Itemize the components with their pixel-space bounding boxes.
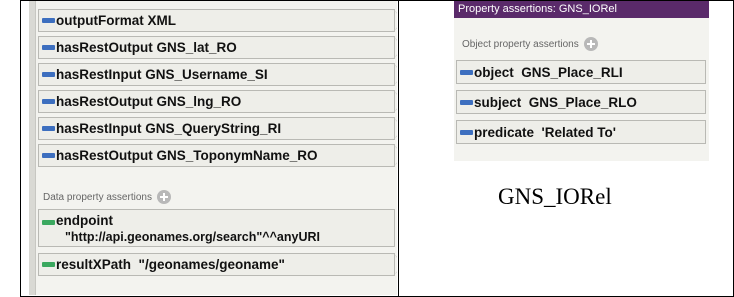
property-value: "http://api.geonames.org/search"^^anyURI [65, 230, 320, 244]
panel-gutter [29, 1, 36, 295]
data-property-icon [42, 220, 55, 225]
panel-title: Property assertions: GNS_IORel [454, 1, 709, 18]
property-name: outputFormat [56, 13, 144, 28]
object-property-icon [42, 99, 55, 104]
object-property-row[interactable]: hasRestOutput GNS_ToponymName_RO [38, 144, 395, 167]
section-label: Object property assertions [462, 38, 579, 50]
object-property-row[interactable]: outputFormat XML [38, 9, 395, 32]
property-value: "/geonames/geoname" [138, 257, 285, 272]
property-name: hasRestInput [56, 121, 142, 136]
property-name: object [474, 64, 514, 80]
property-name: hasRestOutput [56, 40, 153, 55]
property-value: 'Related To' [541, 124, 616, 140]
object-property-icon [42, 72, 55, 77]
property-value: GNS_QueryString_RI [145, 121, 282, 136]
object-property-row[interactable]: hasRestInput GNS_QueryString_RI [38, 117, 395, 140]
object-property-row[interactable]: predicate 'Related To' [456, 120, 706, 144]
data-property-icon [42, 262, 55, 267]
property-value: GNS_lng_RO [156, 94, 242, 109]
object-property-icon [460, 69, 473, 75]
frame-left [20, 0, 21, 297]
property-name: hasRestOutput [56, 148, 153, 163]
property-value: GNS_Place_RLO [528, 94, 637, 110]
section-label: Data property assertions [43, 191, 152, 203]
add-icon[interactable] [583, 37, 598, 51]
property-name: predicate [474, 124, 535, 140]
object-property-row[interactable]: subject GNS_Place_RLO [456, 90, 706, 114]
figure-caption: GNS_IORel [498, 184, 612, 209]
object-property-icon [460, 129, 473, 135]
data-property-section-header: Data property assertions [43, 190, 171, 204]
property-name: resultXPath [56, 257, 132, 272]
right-assertions-panel: Property assertions: GNS_IORel Object pr… [454, 1, 709, 161]
property-value: GNS_ToponymName_RO [156, 148, 318, 163]
property-value: GNS_lat_RO [156, 40, 237, 55]
left-assertions-panel: outputFormat XML hasRestOutput GNS_lat_R… [29, 1, 397, 295]
property-name: hasRestInput [56, 67, 142, 82]
object-property-icon [42, 18, 55, 23]
object-property-row[interactable]: object GNS_Place_RLI [456, 60, 706, 84]
frame-divider [398, 0, 399, 297]
object-property-icon [42, 153, 55, 158]
add-icon[interactable] [156, 190, 171, 204]
data-property-row[interactable]: resultXPath "/geonames/geoname" [38, 253, 395, 276]
property-name: endpoint [56, 213, 113, 228]
object-property-icon [42, 126, 55, 131]
property-value: GNS_Username_SI [145, 67, 268, 82]
property-name: subject [474, 94, 522, 110]
property-value: XML [147, 13, 177, 28]
property-value: GNS_Place_RLI [521, 64, 623, 80]
object-property-row[interactable]: hasRestOutput GNS_lat_RO [38, 36, 395, 59]
object-property-icon [460, 99, 473, 105]
object-property-row[interactable]: hasRestOutput GNS_lng_RO [38, 90, 395, 113]
object-property-icon [42, 45, 55, 50]
object-property-row[interactable]: hasRestInput GNS_Username_SI [38, 63, 395, 86]
property-name: hasRestOutput [56, 94, 153, 109]
object-property-section-header: Object property assertions [462, 37, 598, 51]
data-property-row[interactable]: endpoint "http://api.geonames.org/search… [38, 209, 395, 247]
